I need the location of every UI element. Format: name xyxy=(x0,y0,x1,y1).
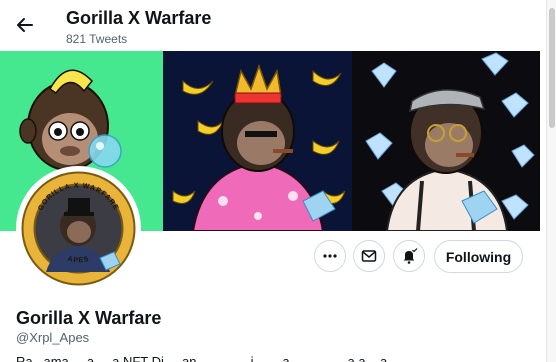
profile-name: Gorilla X Warfare xyxy=(16,308,162,328)
arrow-left-icon xyxy=(17,18,33,32)
profile-handle: @Xrpl_Apes xyxy=(16,330,90,345)
page-scrollbar[interactable] xyxy=(546,0,556,362)
banner-panel-ape-diamonds xyxy=(352,51,540,231)
banner-panel-ape-king xyxy=(163,51,352,231)
notifications-button[interactable] xyxy=(393,240,425,272)
following-button[interactable]: Following xyxy=(434,240,523,273)
message-button[interactable] xyxy=(353,240,385,272)
profile-header: Gorilla X Warfare 821 Tweets xyxy=(0,0,556,51)
mail-icon xyxy=(361,250,377,262)
tweet-count: 821 Tweets xyxy=(66,32,128,46)
scrollbar-thumb[interactable] xyxy=(549,8,555,128)
header-title: Gorilla X Warfare xyxy=(66,8,212,28)
profile-bio: Ra_ ama_ _a_ _a NFT Di_ _an_ _ _ _ _ i_ … xyxy=(16,354,453,362)
more-button[interactable] xyxy=(314,240,346,272)
profile-avatar[interactable]: GORILLA X WARFARE APES xyxy=(16,166,141,291)
more-dots-icon xyxy=(323,254,337,258)
bell-check-icon xyxy=(403,248,418,264)
back-button[interactable] xyxy=(12,12,38,38)
